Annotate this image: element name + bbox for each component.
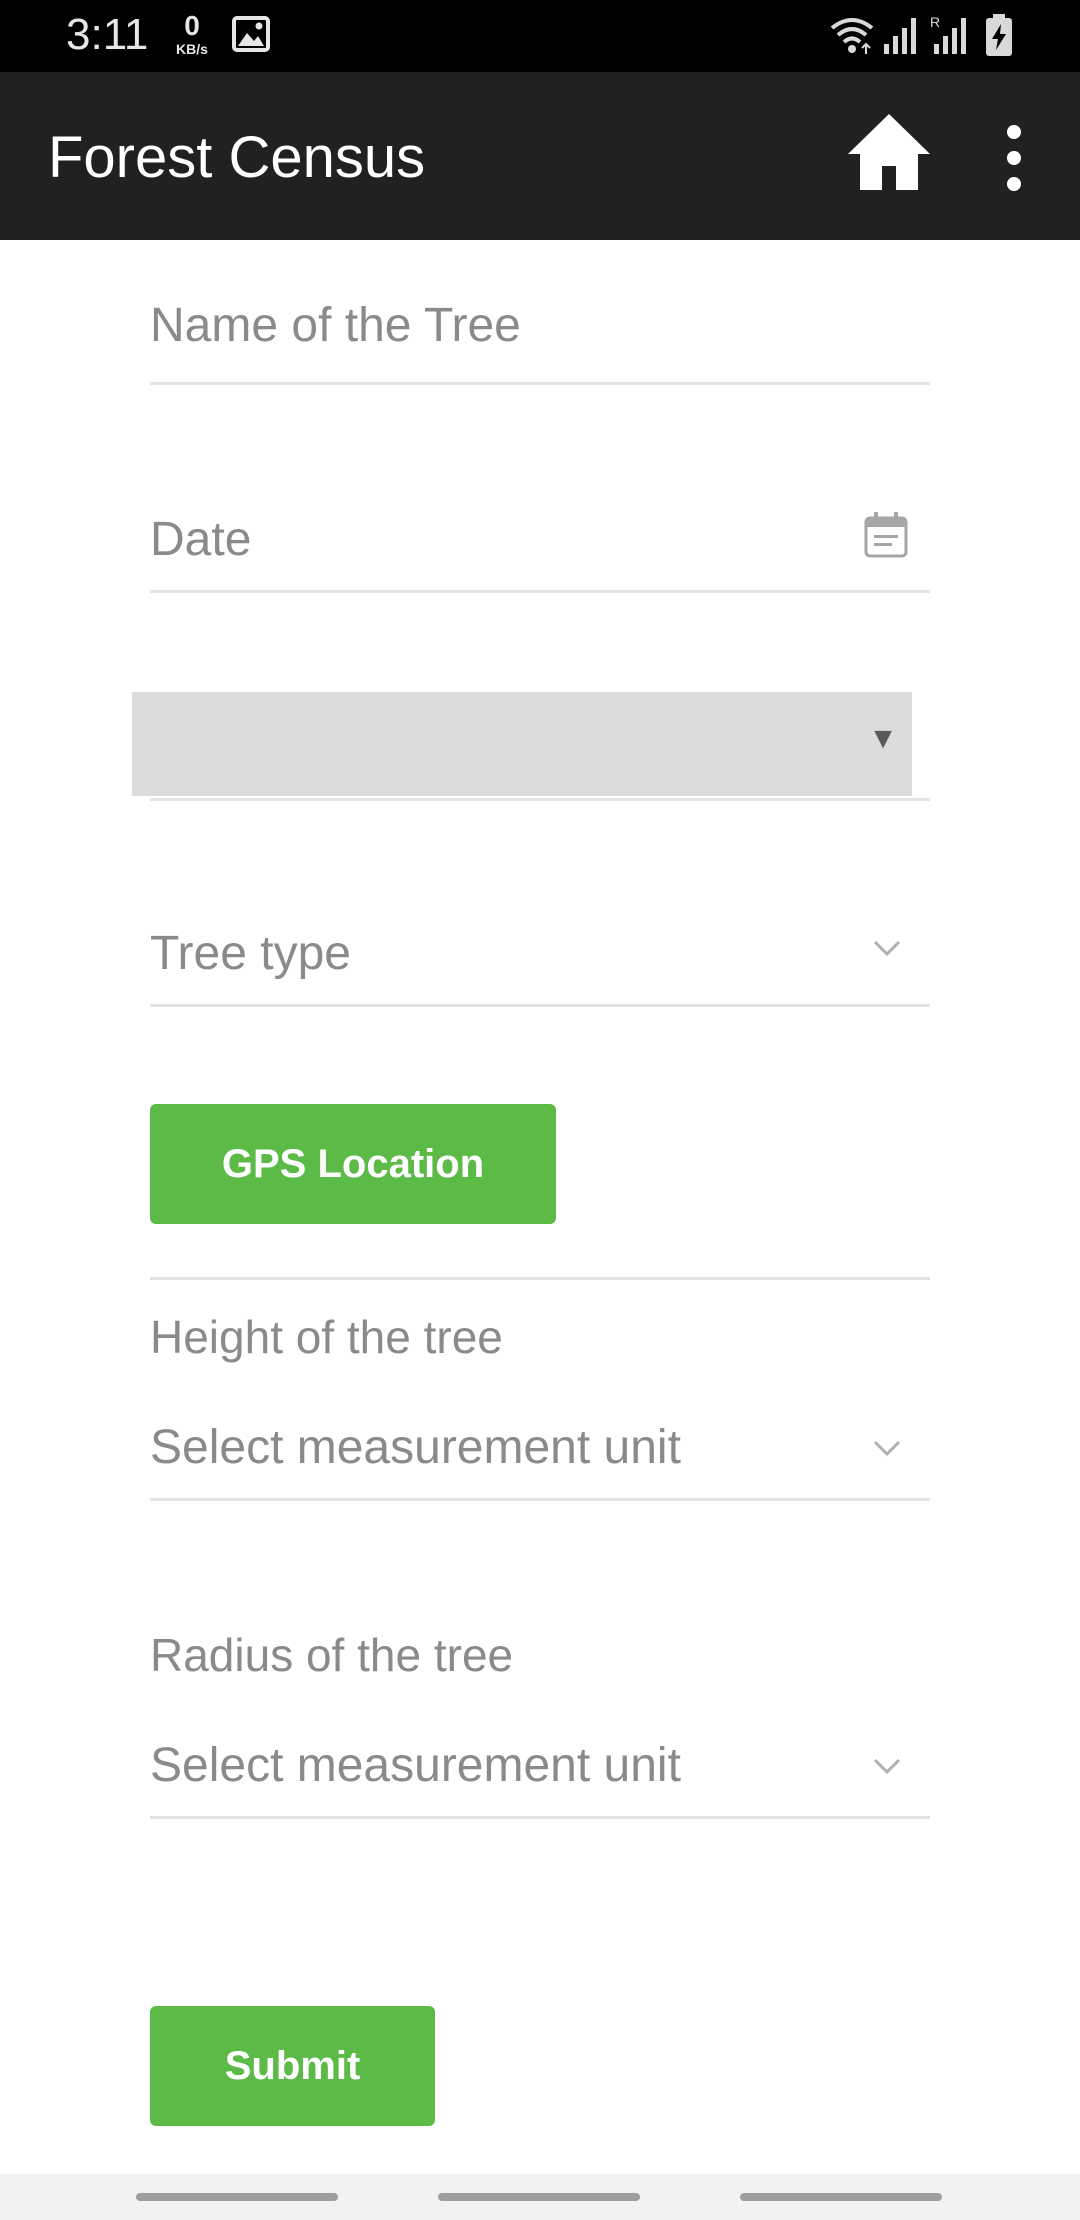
roaming-label: R	[930, 14, 940, 30]
battery-charging-icon	[986, 14, 1012, 56]
date-input[interactable]: Date	[150, 498, 930, 593]
chevron-down-icon	[873, 1440, 901, 1457]
chevron-down-icon	[873, 940, 901, 957]
status-time: 3:11	[66, 10, 149, 59]
recents-button[interactable]	[136, 2193, 338, 2201]
submit-button[interactable]: Submit	[150, 2006, 435, 2126]
submit-label: Submit	[224, 2043, 361, 2088]
radius-unit-select[interactable]: Select measurement unit	[150, 1718, 930, 1819]
height-unit-placeholder: Select measurement unit	[150, 1421, 681, 1474]
network-speed-value: 0	[184, 10, 200, 41]
tree-type-select[interactable]: Tree type	[150, 908, 930, 1007]
radius-unit-placeholder: Select measurement unit	[150, 1739, 681, 1792]
gps-location-button[interactable]: GPS Location	[150, 1104, 556, 1224]
status-bar: 3:11 0 KB/s R	[0, 0, 1080, 72]
app-title: Forest Census	[48, 125, 426, 190]
back-button[interactable]	[740, 2193, 942, 2201]
height-label: Height of the tree	[150, 1311, 503, 1363]
tree-type-placeholder: Tree type	[150, 927, 351, 980]
radius-label: Radius of the tree	[150, 1629, 514, 1681]
status-icons: R	[828, 14, 1018, 58]
tree-name-placeholder: Name of the Tree	[150, 299, 521, 352]
gps-location-label: GPS Location	[221, 1141, 485, 1186]
gallery-icon	[232, 16, 270, 52]
navigation-bar	[0, 2174, 1080, 2220]
overflow-menu-button[interactable]	[996, 122, 1032, 196]
chevron-down-icon	[873, 1758, 901, 1775]
app-bar: Forest Census	[0, 72, 1080, 240]
dropdown-arrow-icon: ▼	[868, 722, 898, 755]
dropdown-spinner[interactable]: ▼	[132, 692, 912, 796]
calendar-icon[interactable]	[862, 510, 910, 560]
section-divider	[150, 1277, 930, 1280]
more-vert-icon	[1007, 125, 1021, 191]
date-placeholder: Date	[150, 513, 252, 566]
signal-icon	[884, 18, 916, 54]
network-speed: 0 KB/s	[168, 10, 216, 57]
wifi-icon	[830, 18, 874, 54]
home-icon	[848, 114, 930, 190]
signal-roaming-icon: R	[930, 14, 966, 54]
height-unit-select[interactable]: Select measurement unit	[150, 1400, 930, 1501]
tree-name-input[interactable]: Name of the Tree	[150, 290, 930, 385]
network-speed-unit: KB/s	[176, 41, 208, 57]
home-button[interactable]	[844, 110, 934, 198]
home-nav-button[interactable]	[438, 2193, 640, 2201]
